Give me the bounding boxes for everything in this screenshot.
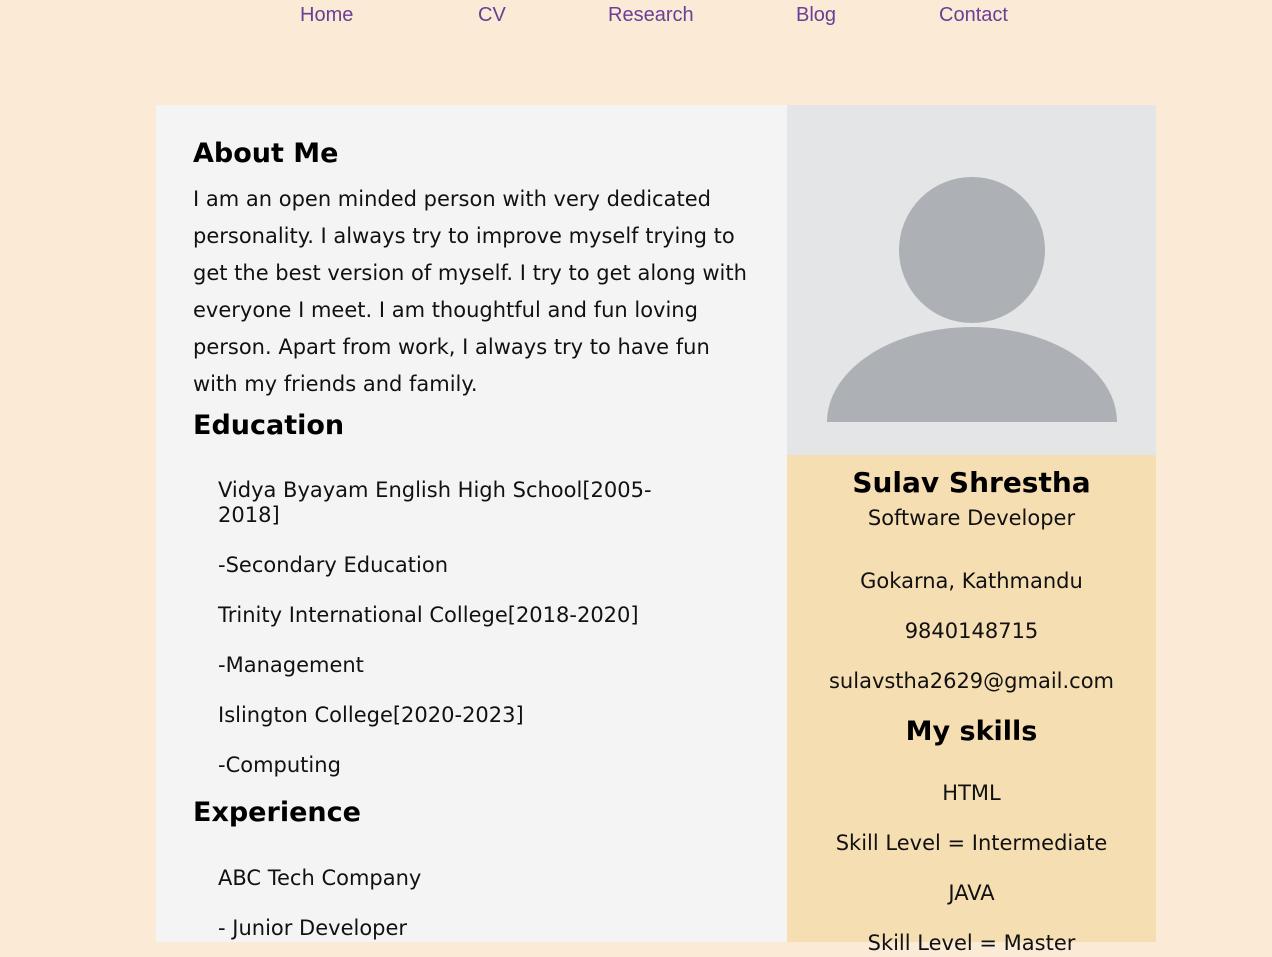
avatar bbox=[787, 105, 1156, 455]
skill-item: Skill Level = Master bbox=[867, 931, 1076, 955]
experience-title: Experience bbox=[193, 797, 361, 828]
education-entry: -Secondary Education bbox=[218, 553, 449, 577]
profile-role: Software Developer bbox=[867, 506, 1076, 530]
education-entry: Islington College[2020-2023] bbox=[218, 703, 524, 727]
skill-item: JAVA bbox=[948, 881, 995, 905]
nav-link-research[interactable]: Research bbox=[608, 4, 694, 27]
nav-link-home[interactable]: Home bbox=[300, 4, 353, 27]
profile-name: Sulav Shrestha bbox=[852, 466, 1091, 499]
education-entry: -Management bbox=[218, 653, 364, 677]
user-silhouette-icon bbox=[827, 177, 1117, 422]
profile-phone: 9840148715 bbox=[904, 619, 1039, 643]
experience-entry: - Junior Developer bbox=[218, 916, 408, 940]
about-title: About Me bbox=[193, 138, 339, 169]
cv-main-column: About Me I am an open minded person with… bbox=[156, 105, 787, 942]
education-entry: Vidya Byayam English High School[2005-20… bbox=[218, 478, 652, 527]
experience-entry: ABC Tech Company bbox=[218, 866, 422, 890]
profile-address: Gokarna, Kathmandu bbox=[860, 569, 1083, 593]
cv-sidebar: Sulav Shrestha Software Developer Gokarn… bbox=[787, 105, 1156, 955]
education-title: Education bbox=[193, 410, 345, 441]
profile-email: sulavstha2629@gmail.com bbox=[828, 669, 1115, 693]
nav-link-contact[interactable]: Contact bbox=[939, 4, 1008, 27]
skills-title: My skills bbox=[905, 716, 1038, 747]
education-entry: Trinity International College[2018-2020] bbox=[218, 603, 639, 627]
education-entry: -Computing bbox=[218, 753, 341, 777]
top-navigation: Home CV Research Blog Contact bbox=[0, 0, 1272, 40]
skill-item: HTML bbox=[942, 781, 1001, 805]
skill-item: Skill Level = Intermediate bbox=[835, 831, 1108, 855]
cv-card: About Me I am an open minded person with… bbox=[156, 105, 1156, 955]
nav-link-cv[interactable]: CV bbox=[478, 4, 506, 27]
about-text: I am an open minded person with very ded… bbox=[193, 187, 747, 396]
nav-link-blog[interactable]: Blog bbox=[796, 4, 836, 27]
